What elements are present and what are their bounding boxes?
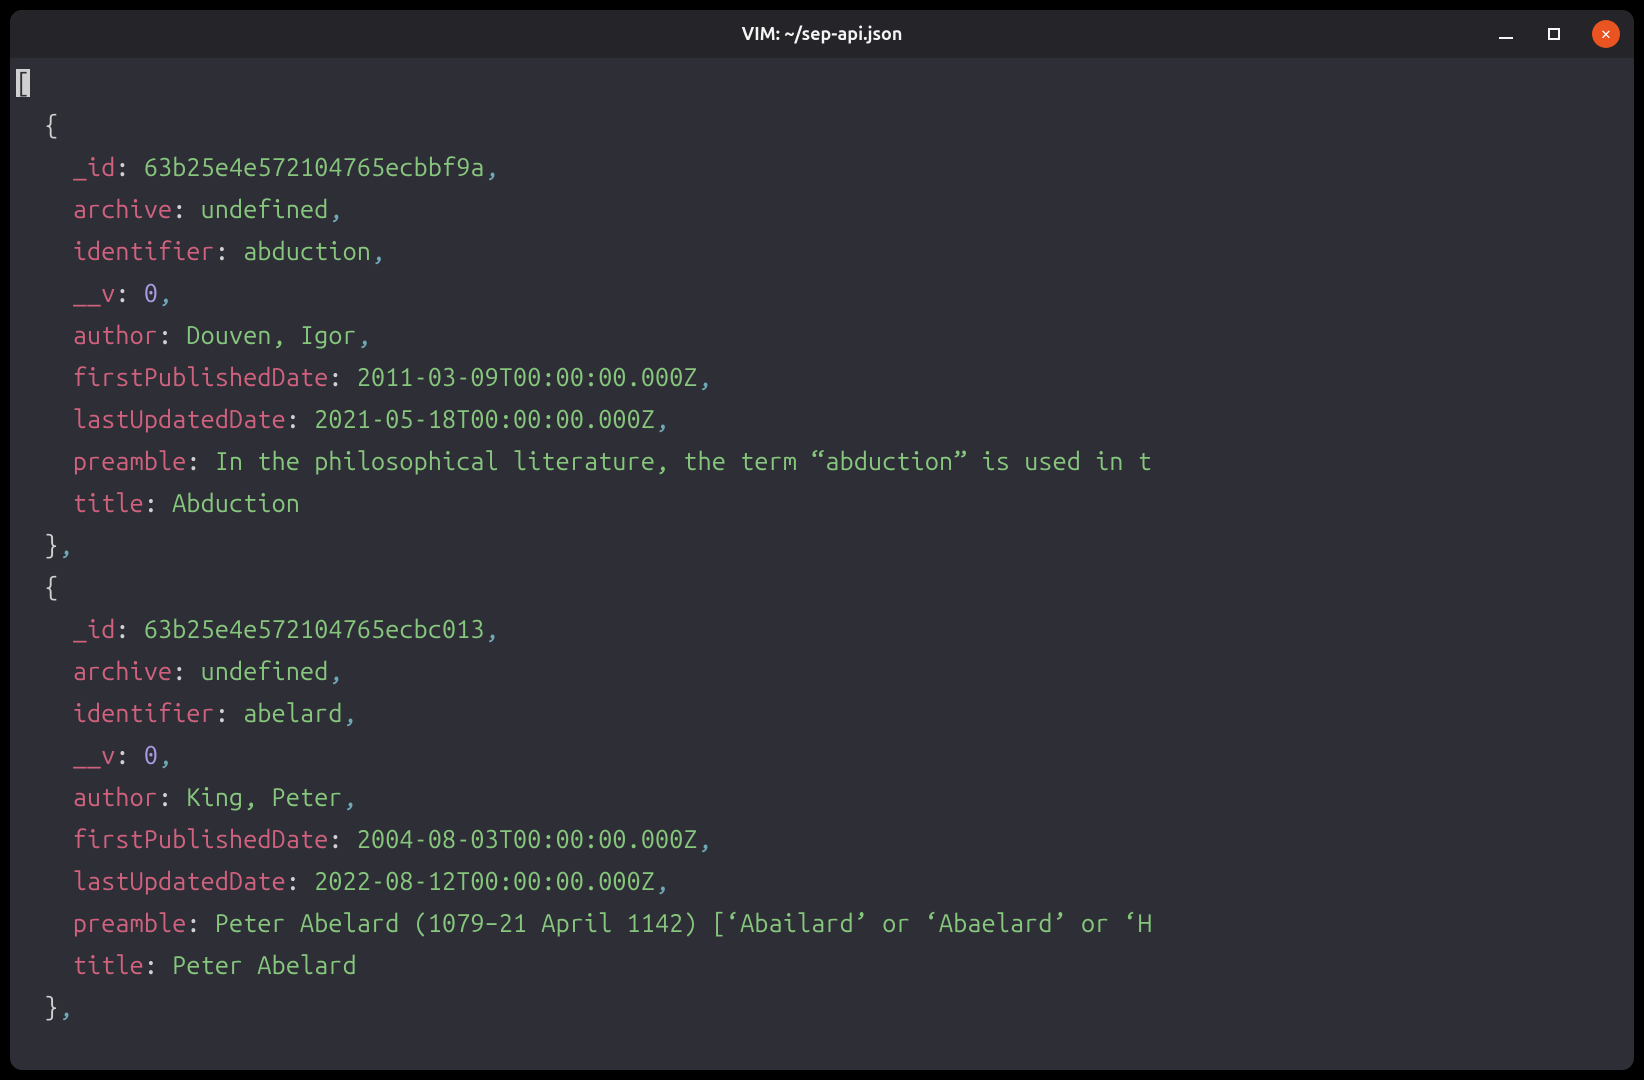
open-brace: { [44,111,58,139]
key-archive: archive [73,657,172,685]
key-lastupd: lastUpdatedDate [73,867,286,895]
key-id: _id [73,153,116,181]
value-lastupd: 2021-05-18T00:00:00.000Z [314,405,655,433]
value-v: 0 [144,741,158,769]
key-identifier: identifier [73,699,215,727]
value-preamble: Peter Abelard (1079–21 April 1142) [‘Aba… [215,909,1152,937]
key-lastupd: lastUpdatedDate [73,405,286,433]
value-lastupd: 2022-08-12T00:00:00.000Z [314,867,655,895]
key-v: __v [73,279,116,307]
cursor: [ [16,69,30,97]
close-icon: ✕ [1601,26,1611,42]
maximize-button[interactable] [1544,24,1564,44]
value-identifier: abduction [243,237,371,265]
value-author: King, Peter [186,783,342,811]
value-firstpub: 2011-03-09T00:00:00.000Z [357,363,698,391]
key-archive: archive [73,195,172,223]
window-controls: ✕ [1496,20,1620,48]
key-firstpub: firstPublishedDate [73,363,329,391]
value-archive: undefined [201,657,329,685]
key-title: title [73,951,144,979]
key-title: title [73,489,144,517]
value-preamble: In the philosophical literature, the ter… [215,447,1152,475]
minimize-icon [1499,37,1513,39]
key-preamble: preamble [73,909,187,937]
key-id: _id [73,615,116,643]
value-author: Douven, Igor [186,321,356,349]
value-archive: undefined [201,195,329,223]
open-brace: { [44,573,58,601]
titlebar: VIM: ~/sep-api.json ✕ [10,10,1634,58]
value-identifier: abelard [243,699,342,727]
editor-area[interactable]: [ { _id: 63b25e4e572104765ecbbf9a, archi… [10,58,1634,1070]
value-id: 63b25e4e572104765ecbc013 [144,615,485,643]
key-author: author [73,783,158,811]
key-preamble: preamble [73,447,187,475]
value-v: 0 [144,279,158,307]
value-title: Abduction [172,489,300,517]
close-brace: } [44,531,58,559]
value-firstpub: 2004-08-03T00:00:00.000Z [357,825,698,853]
value-id: 63b25e4e572104765ecbbf9a [144,153,485,181]
key-author: author [73,321,158,349]
minimize-button[interactable] [1496,24,1516,44]
key-v: __v [73,741,116,769]
window-title: VIM: ~/sep-api.json [742,24,903,44]
vim-window: VIM: ~/sep-api.json ✕ [ { _id: 63b25e4e5… [10,10,1634,1070]
value-title: Peter Abelard [172,951,357,979]
key-firstpub: firstPublishedDate [73,825,329,853]
key-identifier: identifier [73,237,215,265]
close-button[interactable]: ✕ [1592,20,1620,48]
close-brace: } [44,993,58,1021]
maximize-icon [1548,28,1560,40]
